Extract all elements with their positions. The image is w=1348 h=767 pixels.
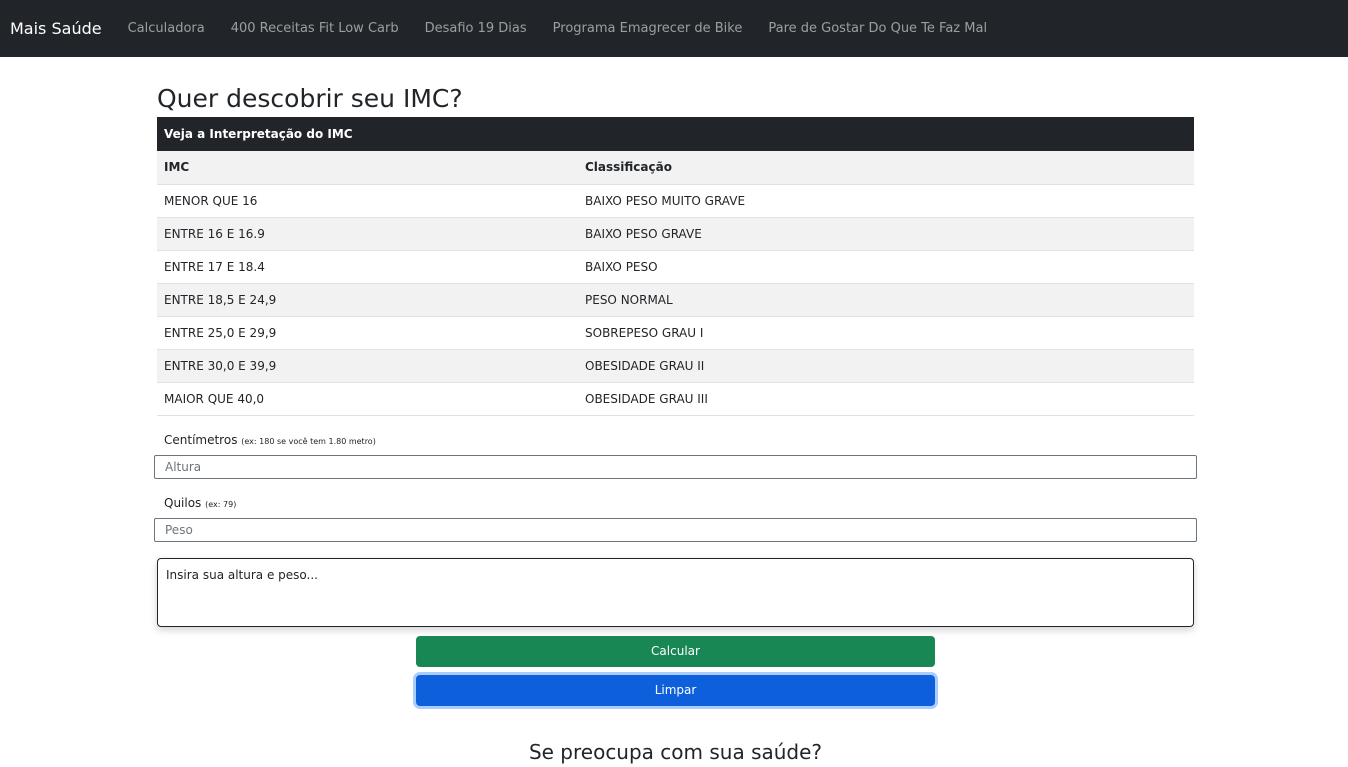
imc-class: PESO NORMAL <box>578 283 1194 317</box>
main-container: Quer descobrir seu IMC? Veja a Interpret… <box>154 57 1197 764</box>
table-row: ENTRE 18,5 E 24,9 PESO NORMAL <box>157 283 1194 317</box>
nav-link-bike[interactable]: Programa Emagrecer de Bike <box>553 21 743 36</box>
imc-class: OBESIDADE GRAU III <box>578 382 1194 416</box>
top-navbar: Mais Saúde Calculadora 400 Receitas Fit … <box>0 0 1348 57</box>
table-row: ENTRE 25,0 E 29,9 SOBREPESO GRAU I <box>157 316 1194 350</box>
imc-range: ENTRE 25,0 E 29,9 <box>157 316 578 350</box>
height-label-text: Centímetros <box>164 432 238 447</box>
clear-button[interactable]: Limpar <box>413 671 938 709</box>
table-row: ENTRE 30,0 E 39,9 OBESIDADE GRAU II <box>157 349 1194 383</box>
weight-input[interactable] <box>154 517 1197 542</box>
height-label: Centímetros (ex: 180 se você tem 1.80 me… <box>164 431 1194 449</box>
height-hint: (ex: 180 se você tem 1.80 metro) <box>241 436 376 446</box>
table-row: MENOR QUE 16 BAIXO PESO MUITO GRAVE <box>157 184 1194 218</box>
result-box: Insira sua altura e peso... <box>157 557 1194 627</box>
imc-class: OBESIDADE GRAU II <box>578 349 1194 383</box>
imc-class: SOBREPESO GRAU I <box>578 316 1194 350</box>
weight-hint: (ex: 79) <box>205 499 237 509</box>
weight-label-text: Quilos <box>164 495 202 510</box>
section-subtitle: Se preocupa com sua saúde? <box>528 739 823 764</box>
imc-class: BAIXO PESO <box>578 250 1194 284</box>
imc-range: MAIOR QUE 40,0 <box>157 382 578 416</box>
imc-range: ENTRE 16 E 16.9 <box>157 217 578 251</box>
nav-link-desafio[interactable]: Desafio 19 Dias <box>425 21 527 36</box>
header-imc: IMC <box>157 151 578 185</box>
page-title: Quer descobrir seu IMC? <box>157 84 463 113</box>
imc-range: ENTRE 18,5 E 24,9 <box>157 283 578 317</box>
imc-class: BAIXO PESO GRAVE <box>578 217 1194 251</box>
imc-range: ENTRE 30,0 E 39,9 <box>157 349 578 383</box>
imc-class: BAIXO PESO MUITO GRAVE <box>578 184 1194 218</box>
brand-link[interactable]: Mais Saúde <box>10 19 102 38</box>
table-row: ENTRE 17 E 18.4 BAIXO PESO <box>157 250 1194 284</box>
imc-range: MENOR QUE 16 <box>157 184 578 218</box>
imc-table: Veja a Interpretação do IMC IMC Classifi… <box>157 117 1194 416</box>
nav-link-calculadora[interactable]: Calculadora <box>128 21 205 36</box>
header-classificacao: Classificação <box>578 151 1194 185</box>
table-caption-row: Veja a Interpretação do IMC <box>157 117 1194 151</box>
table-row: ENTRE 16 E 16.9 BAIXO PESO GRAVE <box>157 217 1194 251</box>
weight-label: Quilos (ex: 79) <box>164 494 1194 512</box>
height-input[interactable] <box>154 454 1197 479</box>
imc-range: ENTRE 17 E 18.4 <box>157 250 578 284</box>
table-header-row: IMC Classificação <box>157 151 1194 185</box>
table-row: MAIOR QUE 40,0 OBESIDADE GRAU III <box>157 382 1194 416</box>
nav-link-receitas[interactable]: 400 Receitas Fit Low Carb <box>231 21 399 36</box>
table-caption: Veja a Interpretação do IMC <box>157 117 1194 151</box>
calculate-button[interactable]: Calcular <box>416 635 935 667</box>
nav-link-pare-de-gostar[interactable]: Pare de Gostar Do Que Te Faz Mal <box>768 21 987 36</box>
